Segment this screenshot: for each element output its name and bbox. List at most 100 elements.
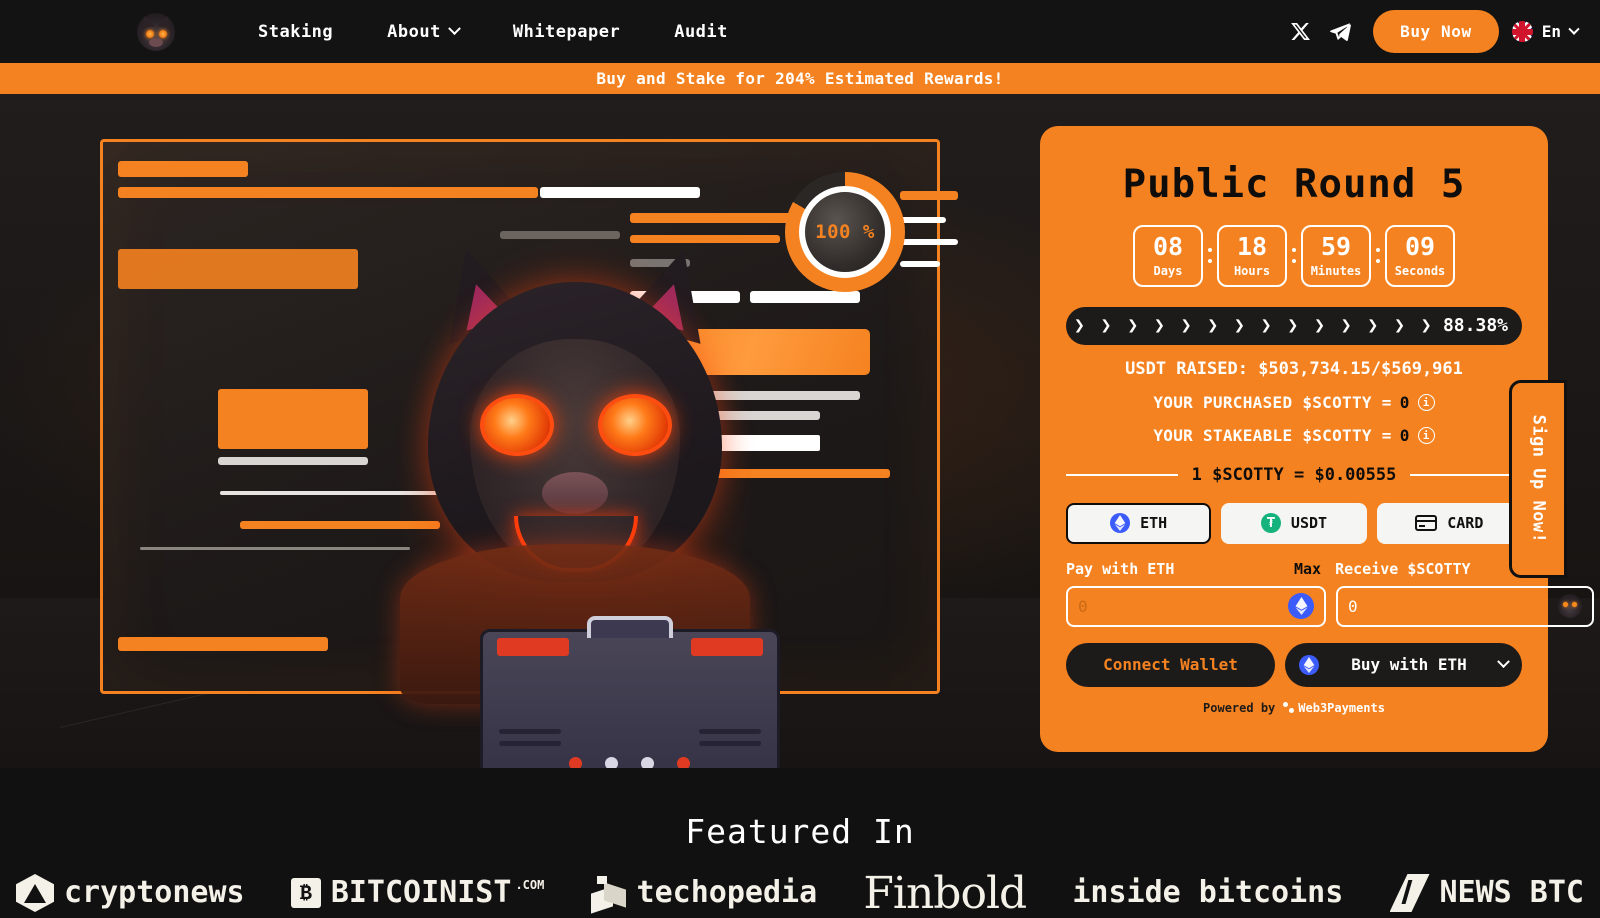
- promo-ticker[interactable]: Buy and Stake for 204% Estimated Rewards…: [0, 63, 1600, 94]
- deco-bar: [540, 187, 700, 198]
- bitcoin-b-icon: ₿: [290, 878, 321, 908]
- nav-item-about[interactable]: About: [360, 22, 486, 42]
- divider-left: [1066, 473, 1178, 476]
- max-button[interactable]: Max: [1294, 560, 1321, 578]
- case-slot: [699, 741, 761, 746]
- chevron-down-icon: [1568, 23, 1580, 35]
- purchased-row: YOUR PURCHASED $SCOTTY = 0 i: [1066, 393, 1522, 412]
- finbold-label: Finbold: [863, 868, 1027, 918]
- hardware-case: [480, 616, 780, 768]
- bitcoinist-suffix: .COM: [515, 878, 545, 892]
- page-root: Staking About Whitepaper Audit Buy Now E…: [0, 0, 1600, 918]
- powered-by: Powered by Web3Payments: [1066, 701, 1522, 715]
- countdown-label: Minutes: [1310, 263, 1362, 278]
- progress-gauge: 100 %: [785, 172, 905, 292]
- countdown-timer: 08 Days 18 Hours 59 Minutes 09 Seconds: [1066, 224, 1522, 287]
- featured-in-section: Featured In cryptonews ₿ BITCOINIST .COM…: [0, 768, 1600, 918]
- scotty-token-icon: [1558, 594, 1582, 619]
- gauge-value: 100 %: [799, 186, 891, 278]
- countdown-label: Seconds: [1394, 263, 1446, 278]
- finbold-logo[interactable]: Finbold: [863, 868, 1026, 918]
- nav-item-whitepaper[interactable]: Whitepaper: [486, 22, 647, 42]
- pay-amount-input[interactable]: [1078, 596, 1288, 616]
- tether-icon: ₮: [1260, 513, 1281, 534]
- divider-right: [1410, 473, 1523, 476]
- countdown-separator: [1203, 248, 1217, 264]
- chevron-down-icon: [1497, 655, 1510, 669]
- chevron-down-icon: [447, 22, 461, 36]
- pay-tab-label: CARD: [1447, 514, 1484, 533]
- countdown-value: 08: [1152, 231, 1184, 261]
- payment-method-tabs: ETH ₮ USDT CARD: [1066, 502, 1522, 544]
- deco-bar: [900, 191, 958, 200]
- countdown-value: 59: [1320, 231, 1352, 261]
- token-rate: 1 $SCOTTY = $0.00555: [1191, 464, 1397, 485]
- cryptonews-label: cryptonews: [64, 875, 245, 910]
- stakeable-label: YOUR STAKEABLE $SCOTTY =: [1153, 425, 1392, 445]
- buy-now-button[interactable]: Buy Now: [1373, 10, 1499, 53]
- presale-card: Public Round 5 08 Days 18 Hours 59 Minut…: [1040, 126, 1594, 752]
- inside-bitcoins-logo[interactable]: inside bitcoins: [1072, 868, 1343, 918]
- x-twitter-icon[interactable]: [1280, 12, 1320, 52]
- countdown-separator: [1287, 248, 1301, 264]
- web3payments-mark-icon: [1283, 702, 1295, 714]
- inside-bitcoins-label: inside bitcoins: [1072, 875, 1344, 910]
- receive-amount-input[interactable]: [1348, 596, 1558, 616]
- newsbtc-mark-icon: [1389, 874, 1430, 912]
- presale-round-title: Public Round 5: [1122, 162, 1466, 207]
- countdown-days: 08 Days: [1133, 224, 1203, 287]
- case-slot: [499, 729, 561, 734]
- newsbtc-logo[interactable]: NEWS BTC: [1389, 868, 1584, 918]
- telegram-icon[interactable]: [1320, 12, 1360, 52]
- deco-bar: [750, 291, 860, 303]
- cryptonews-logo[interactable]: cryptonews: [16, 868, 245, 918]
- pay-with-label: Pay with ETH: [1066, 559, 1175, 578]
- stakeable-row: YOUR STAKEABLE $SCOTTY = 0 i: [1066, 426, 1522, 445]
- ethereum-icon: [1299, 654, 1319, 675]
- amount-field-labels: Pay with ETH Max Receive $SCOTTY: [1066, 560, 1522, 578]
- presale-progress-bar: ❯ ❯ ❯ ❯ ❯ ❯ ❯ ❯ ❯ ❯ ❯ ❯ ❯ ❯ ❯ ❯ ❯ ❯ ❯ ❯ …: [1066, 306, 1522, 345]
- techopedia-mark-icon: [590, 876, 627, 914]
- receive-input-wrapper: [1336, 585, 1594, 627]
- case-slot: [699, 729, 761, 734]
- case-latch: [497, 638, 569, 656]
- info-icon[interactable]: i: [1417, 426, 1435, 444]
- promo-ticker-text: Buy and Stake for 204% Estimated Rewards…: [596, 69, 1004, 88]
- connect-wallet-button[interactable]: Connect Wallet: [1066, 642, 1275, 687]
- nav-label: Audit: [674, 21, 728, 42]
- pay-tab-card[interactable]: CARD: [1376, 502, 1522, 544]
- techopedia-logo[interactable]: techopedia: [590, 868, 817, 918]
- bitcoinist-logo[interactable]: ₿ BITCOINIST .COM: [290, 868, 545, 918]
- receive-input-suffix: [1558, 594, 1582, 619]
- scotty-dog-logo[interactable]: [137, 12, 175, 51]
- case-led: [605, 757, 618, 768]
- pay-tab-label: ETH: [1140, 514, 1168, 533]
- bitcoinist-label: BITCOINIST: [330, 875, 512, 910]
- countdown-value: 09: [1404, 231, 1436, 261]
- nav-item-staking[interactable]: Staking: [231, 22, 360, 42]
- usdt-raised-value: $503,734.15/$569,961: [1258, 358, 1463, 379]
- ethereum-icon: [1110, 513, 1131, 534]
- scotty-dog-character: [370, 204, 780, 704]
- logo-snout: [149, 37, 163, 47]
- receive-label: Receive $SCOTTY: [1335, 559, 1471, 578]
- web3payments-label: Web3Payments: [1298, 700, 1385, 715]
- deco-bar: [140, 547, 410, 550]
- language-selector[interactable]: En: [1511, 21, 1580, 42]
- nav-item-audit[interactable]: Audit: [647, 22, 755, 42]
- main-nav: Staking About Whitepaper Audit: [231, 22, 755, 42]
- featured-in-title: Featured In: [685, 812, 915, 851]
- pay-tab-eth[interactable]: ETH: [1066, 502, 1212, 544]
- pay-input-suffix: [1288, 593, 1314, 620]
- featured-logos: cryptonews ₿ BITCOINIST .COM techopedia …: [0, 868, 1600, 918]
- sign-up-now-tab[interactable]: Sign Up Now!: [1509, 380, 1567, 578]
- deco-bar: [118, 161, 248, 177]
- case-latch: [691, 638, 763, 656]
- pay-tab-usdt[interactable]: ₮ USDT: [1221, 502, 1367, 544]
- info-icon[interactable]: i: [1417, 393, 1435, 411]
- web3payments-logo: Web3Payments: [1283, 701, 1385, 715]
- buy-with-eth-button[interactable]: Buy with ETH: [1285, 642, 1522, 687]
- case-led: [569, 757, 582, 768]
- hero-illustration: 100 %: [100, 139, 958, 768]
- deco-bar: [118, 249, 358, 289]
